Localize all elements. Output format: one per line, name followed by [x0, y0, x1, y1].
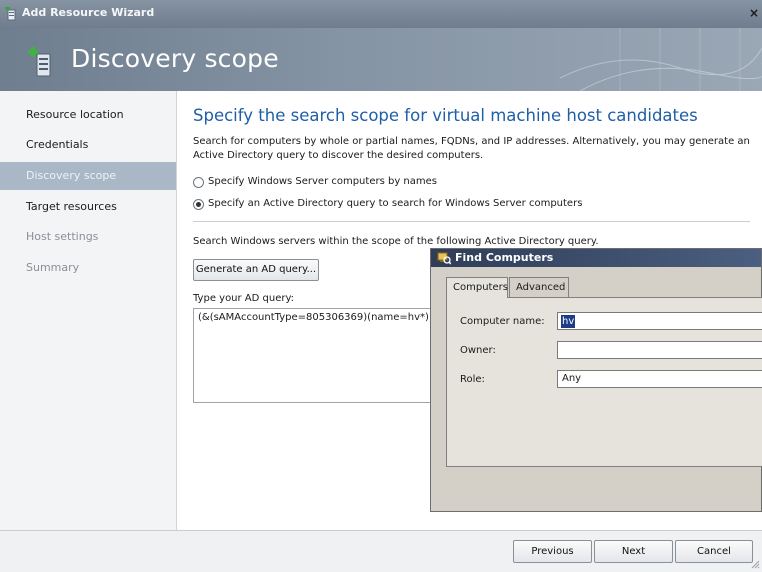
- next-button[interactable]: Next: [594, 540, 673, 563]
- server-add-icon: [28, 47, 51, 77]
- computers-tab-panel: Computer name: hv Owner: Role: Any: [446, 297, 762, 467]
- banner-decoration: [560, 28, 762, 91]
- nav-item-host-settings: Host settings: [26, 230, 99, 243]
- scope-description: Search Windows servers within the scope …: [193, 236, 599, 247]
- wizard-footer: Previous Next Cancel: [0, 530, 762, 572]
- query-label: Type your AD query:: [193, 293, 295, 304]
- separator: [193, 221, 750, 222]
- find-computers-icon: [437, 252, 451, 265]
- find-computers-dialog: Find Computers Computers Advanced Comput…: [430, 248, 762, 512]
- nav-item-credentials[interactable]: Credentials: [0, 131, 176, 159]
- role-label: Role:: [460, 374, 485, 385]
- previous-button[interactable]: Previous: [513, 540, 592, 563]
- radio-specify-by-names[interactable]: Specify Windows Server computers by name…: [193, 176, 493, 190]
- computer-name-input[interactable]: hv: [557, 312, 762, 330]
- resize-grip-icon[interactable]: [750, 559, 760, 569]
- computer-name-label: Computer name:: [460, 316, 545, 327]
- radio-circle-selected[interactable]: [193, 199, 204, 210]
- window-title: Add Resource Wizard: [22, 6, 155, 19]
- owner-input[interactable]: [557, 341, 762, 359]
- tab-computers[interactable]: Computers: [446, 277, 508, 298]
- wizard-navigation: Resource location Credentials Discovery …: [0, 91, 177, 531]
- tab-advanced[interactable]: Advanced: [509, 277, 569, 297]
- cancel-button[interactable]: Cancel: [675, 540, 753, 563]
- owner-label: Owner:: [460, 345, 496, 356]
- nav-item-discovery-scope[interactable]: Discovery scope: [0, 162, 176, 190]
- radio-ad-query[interactable]: Specify an Active Directory query to sea…: [193, 198, 593, 212]
- window-title-bar: Add Resource Wizard ×: [0, 0, 762, 28]
- nav-item-target-resources[interactable]: Target resources: [0, 193, 176, 221]
- page-heading: Specify the search scope for virtual mac…: [193, 106, 698, 125]
- computer-name-value: hv: [561, 315, 576, 328]
- nav-item-resource-location[interactable]: Resource location: [0, 101, 176, 129]
- nav-item-summary: Summary: [26, 261, 80, 274]
- wizard-app-icon: [5, 7, 16, 21]
- generate-ad-query-button[interactable]: Generate an AD query...: [193, 259, 319, 281]
- banner-title: Discovery scope: [71, 44, 279, 73]
- role-value: Any: [562, 373, 582, 384]
- ad-query-text: (&(sAMAccountType=805306369)(name=hv*)): [198, 312, 433, 323]
- ad-query-textbox[interactable]: (&(sAMAccountType=805306369)(name=hv*)): [193, 308, 436, 403]
- radio-circle[interactable]: [193, 177, 204, 188]
- dialog-title-bar: Find Computers: [431, 249, 761, 267]
- radio-label-names: Specify Windows Server computers by name…: [208, 176, 437, 187]
- page-description: Search for computers by whole or partial…: [193, 136, 750, 161]
- wizard-banner: Discovery scope: [0, 28, 762, 91]
- radio-label-ad-query: Specify an Active Directory query to sea…: [208, 198, 583, 209]
- close-icon[interactable]: ×: [746, 5, 762, 21]
- dialog-title: Find Computers: [455, 251, 554, 264]
- role-select[interactable]: Any: [557, 370, 762, 388]
